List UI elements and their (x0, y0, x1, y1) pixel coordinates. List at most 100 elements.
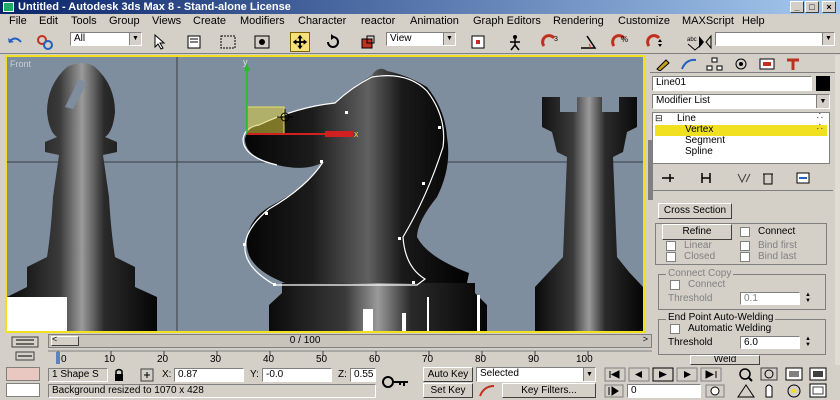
spinner-snap-icon[interactable] (645, 32, 665, 52)
angle-snap-icon[interactable] (578, 32, 598, 52)
stack-item-spline[interactable]: Spline (655, 146, 827, 158)
select-and-rotate-icon[interactable] (323, 32, 343, 52)
select-and-manipulate-icon[interactable] (505, 32, 525, 52)
zoom-icon[interactable] (739, 368, 753, 382)
menu-maxscript[interactable]: MAXScript (682, 15, 734, 27)
front-viewport[interactable]: y x Front (5, 55, 645, 333)
linear-checkbox[interactable] (666, 241, 676, 251)
menu-help[interactable]: Help (742, 15, 765, 27)
object-color-swatch[interactable] (816, 76, 830, 91)
track-bar-toggle-icon[interactable] (10, 350, 40, 364)
weld-button[interactable]: Weld (690, 355, 760, 365)
app-icon[interactable] (3, 2, 14, 12)
stack-item-vertex[interactable]: Vertex ∴ (655, 122, 827, 136)
minimize-button[interactable]: _ (790, 1, 804, 13)
go-to-start-icon[interactable] (604, 367, 626, 382)
object-name-field[interactable]: Line01 (652, 76, 812, 91)
modifier-list-dropdown[interactable]: Modifier List ▼ (652, 94, 830, 109)
rectangular-selection-icon[interactable] (218, 32, 238, 52)
menu-create[interactable]: Create (193, 15, 226, 27)
pin-stack-icon[interactable] (660, 171, 676, 185)
key-filters-button[interactable]: Key Filters... (502, 383, 596, 398)
threshold-spinner-icon[interactable]: ▲ ▼ (803, 292, 813, 305)
current-frame-field[interactable]: 0 (627, 384, 701, 398)
utilities-tab-icon[interactable] (784, 57, 802, 71)
y-coordinate-field[interactable]: -0.0 (262, 368, 332, 382)
select-by-name-icon[interactable] (185, 32, 205, 52)
menu-modifiers[interactable]: Modifiers (240, 15, 285, 27)
menu-edit[interactable]: Edit (39, 15, 58, 27)
zoom-extents-all-icon[interactable] (809, 367, 827, 381)
select-object-icon[interactable] (150, 32, 170, 52)
maximize-button[interactable]: □ (805, 1, 819, 13)
refine-button[interactable]: Refine (662, 224, 732, 240)
key-icon[interactable] (380, 372, 412, 392)
maxscript-listener-mini[interactable] (6, 367, 40, 381)
motion-tab-icon[interactable] (732, 57, 750, 71)
menu-customize[interactable]: Customize (618, 15, 670, 27)
auto-key-button[interactable]: Auto Key (423, 367, 473, 382)
menu-reactor[interactable]: reactor (361, 15, 395, 27)
display-tab-icon[interactable] (758, 57, 776, 71)
percent-snap-icon[interactable]: % (610, 32, 630, 52)
time-configuration-icon[interactable] (705, 384, 725, 398)
window-crossing-icon[interactable] (252, 32, 272, 52)
select-and-link-icon[interactable] (35, 32, 55, 52)
undo-icon[interactable] (5, 32, 25, 52)
key-mode-dropdown[interactable]: Selected ▼ (476, 367, 596, 382)
mini-curve-editor-icon[interactable] (8, 335, 42, 349)
threshold-field[interactable]: 0.1 (740, 292, 800, 305)
maxscript-listener-input[interactable] (6, 383, 40, 397)
field-of-view-icon[interactable] (737, 384, 755, 398)
bind-last-checkbox[interactable] (740, 252, 750, 262)
absolute-mode-icon[interactable] (140, 368, 154, 382)
pan-icon[interactable] (765, 384, 773, 398)
stack-item-line[interactable]: ⊟ Line ∴ (655, 111, 827, 125)
next-frame-icon[interactable]: > (643, 334, 648, 344)
menu-character[interactable]: Character (298, 15, 346, 27)
make-unique-icon[interactable] (736, 171, 752, 185)
selection-lock-icon[interactable] (112, 368, 126, 382)
stack-item-segment[interactable]: Segment (655, 135, 827, 147)
hierarchy-tab-icon[interactable] (706, 57, 724, 71)
connect-copy-checkbox[interactable] (670, 280, 680, 290)
go-to-end-icon[interactable] (700, 367, 722, 382)
key-mode-toggle-icon[interactable] (604, 384, 624, 398)
selection-filter-dropdown[interactable]: All ▼ (70, 32, 142, 46)
default-in-out-tangents-icon[interactable] (478, 384, 496, 398)
create-tab-icon[interactable] (654, 57, 672, 71)
zoom-all-icon[interactable] (760, 367, 778, 381)
previous-frame-icon[interactable] (628, 367, 650, 382)
menu-views[interactable]: Views (152, 15, 181, 27)
menu-animation[interactable]: Animation (410, 15, 459, 27)
arc-rotate-icon[interactable] (787, 384, 801, 398)
snap-toggle-icon[interactable]: 3 (540, 32, 560, 52)
prev-frame-icon[interactable]: < (52, 334, 57, 344)
pivot-center-icon[interactable] (468, 32, 488, 52)
reference-coordinate-dropdown[interactable]: View ▼ (386, 32, 456, 46)
named-selection-dropdown[interactable]: ▼ (715, 32, 835, 46)
closed-checkbox[interactable] (666, 252, 676, 262)
menu-graph-editors[interactable]: Graph Editors (473, 15, 541, 27)
select-and-scale-icon[interactable] (358, 32, 378, 52)
next-frame-icon[interactable] (676, 367, 698, 382)
automatic-welding-checkbox[interactable] (670, 324, 680, 334)
zoom-extents-icon[interactable] (785, 367, 803, 381)
cross-section-button[interactable]: Cross Section (658, 203, 732, 219)
threshold-spinner-icon[interactable]: ▲ ▼ (803, 336, 813, 349)
time-slider[interactable]: 0 / 100 < > (48, 334, 652, 348)
menu-rendering[interactable]: Rendering (553, 15, 604, 27)
play-icon[interactable] (652, 367, 674, 382)
bind-first-checkbox[interactable] (740, 241, 750, 251)
x-coordinate-field[interactable]: 0.87 (174, 368, 244, 382)
menu-file[interactable]: File (9, 15, 27, 27)
z-coordinate-field[interactable]: 0.55 (350, 368, 376, 382)
menu-tools[interactable]: Tools (71, 15, 97, 27)
configure-modifier-sets-icon[interactable] (795, 171, 811, 185)
remove-modifier-icon[interactable] (760, 171, 776, 185)
threshold-field[interactable]: 6.0 (740, 336, 800, 349)
track-bar[interactable]: 0 10 20 30 40 50 60 70 80 90 100 (48, 349, 652, 365)
set-key-button[interactable]: Set Key (423, 383, 473, 398)
viewport-label[interactable]: Front (10, 59, 31, 69)
menu-group[interactable]: Group (109, 15, 140, 27)
